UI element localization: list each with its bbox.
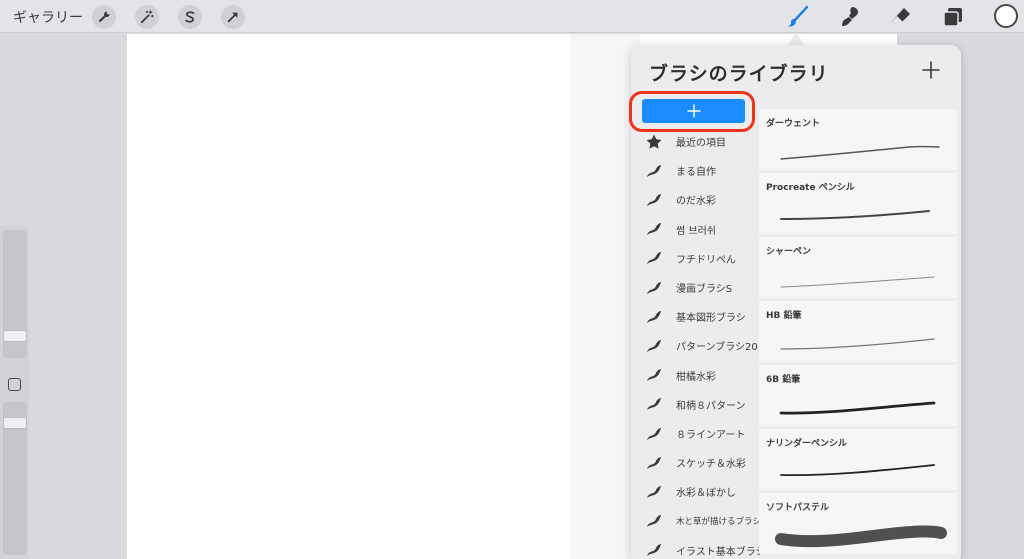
side-bar: [0, 226, 29, 559]
brush-stroke-preview: [759, 253, 957, 298]
brush-stroke-icon: [645, 366, 663, 384]
brush-set-item[interactable]: 썸 브러쉬: [631, 215, 759, 244]
brush-set-item[interactable]: 柑橘水彩: [631, 361, 759, 390]
brush-stroke-icon: [645, 308, 663, 326]
wrench-icon[interactable]: [92, 5, 116, 29]
brush-set-item[interactable]: 和柄８パターン: [631, 390, 759, 419]
brush-stroke-preview: [759, 189, 957, 234]
paintbrush-icon[interactable]: [785, 4, 811, 30]
top-toolbar: ギャラリー: [0, 0, 1024, 33]
brush-item[interactable]: 6B 鉛筆: [759, 365, 957, 426]
opacity-thumb[interactable]: [3, 417, 27, 429]
brush-stroke-icon: [645, 337, 663, 355]
arrow-cursor-icon[interactable]: [221, 5, 245, 29]
brush-set-label: イラスト基本ブラシ: [676, 546, 766, 558]
brush-set-label: 썸 브러쉬: [676, 225, 716, 237]
brush-stroke-icon: [645, 483, 663, 501]
smudge-icon[interactable]: [837, 4, 863, 30]
brush-set-item[interactable]: スケッチ＆水彩: [631, 448, 759, 477]
brush-set-label: 和柄８パターン: [676, 400, 746, 412]
color-picker-button[interactable]: [994, 4, 1018, 28]
plus-icon[interactable]: [920, 59, 942, 81]
brush-size-thumb[interactable]: [3, 330, 27, 342]
brush-set-item[interactable]: イラスト基本ブラシ: [631, 536, 766, 559]
brush-set-label: 木と草が描けるブラシ: [676, 517, 761, 528]
brush-set-item[interactable]: 木と草が描けるブラシ: [631, 507, 761, 536]
brush-set-label: のだ水彩: [676, 196, 716, 208]
brush-stroke-icon: [645, 220, 663, 238]
brush-set-item[interactable]: 水彩＆ぼかし: [631, 477, 759, 506]
brush-set-label: 基本図形ブラシ: [676, 313, 746, 325]
brush-list: ダーウェント Procreate ペンシル シャーペン HB 鉛筆 6B 鉛筆 ナリンダー…: [759, 109, 957, 559]
brush-set-item[interactable]: パターンブラシ20: [631, 331, 759, 360]
brush-set-label: パターンブラシ20: [676, 342, 758, 354]
brush-stroke-icon: [645, 512, 663, 530]
brush-set-label: フチドリぺん: [676, 254, 736, 266]
brush-stroke-icon: [645, 279, 663, 297]
brush-stroke-preview: [759, 125, 957, 170]
brush-item[interactable]: ナリンダーペンシル: [759, 429, 957, 490]
brush-set-label: スケッチ＆水彩: [676, 459, 746, 471]
brush-stroke-preview: [759, 317, 957, 362]
brush-set-item[interactable]: まる自作: [631, 156, 759, 185]
brush-item[interactable]: HB 鉛筆: [759, 301, 957, 362]
brush-set-item[interactable]: 基本図形ブラシ: [631, 302, 759, 331]
brush-set-item[interactable]: のだ水彩: [631, 185, 759, 214]
eraser-icon[interactable]: [888, 4, 914, 30]
brush-item[interactable]: Procreate ペンシル: [759, 173, 957, 234]
brush-set-item[interactable]: フチドリぺん: [631, 244, 759, 273]
magic-wand-icon[interactable]: [135, 5, 159, 29]
brush-stroke-icon: [645, 249, 663, 267]
brush-stroke-preview: [759, 381, 957, 426]
brush-set-label: 水彩＆ぼかし: [676, 488, 736, 500]
brush-stroke-icon: [645, 162, 663, 180]
modify-button[interactable]: [8, 378, 21, 391]
brush-stroke-icon: [645, 454, 663, 472]
brush-stroke-preview: [759, 445, 957, 490]
brush-set-label: まる自作: [676, 167, 716, 179]
star-icon: [645, 133, 663, 151]
layers-icon[interactable]: [940, 4, 966, 30]
brush-library-title: ブラシのライブラリ: [649, 63, 829, 85]
brush-stroke-icon: [645, 395, 663, 413]
brush-item[interactable]: ソフトパステル: [759, 493, 957, 554]
highlight-ring: [629, 91, 755, 132]
brush-item[interactable]: ダーウェント: [759, 109, 957, 170]
brush-set-label: 柑橘水彩: [676, 371, 716, 383]
brush-set-label: 漫画ブラシS: [676, 284, 733, 295]
brush-stroke-icon: [645, 541, 663, 559]
selection-s-icon[interactable]: [178, 5, 202, 29]
brush-stroke-icon: [645, 191, 663, 209]
gallery-button[interactable]: ギャラリー: [13, 7, 83, 27]
brush-set-item[interactable]: ８ラインアート: [631, 419, 759, 448]
brush-set-label: 最近の項目: [676, 138, 726, 149]
brush-set-label: ８ラインアート: [676, 430, 746, 441]
panel-caret: [787, 33, 805, 45]
brush-stroke-icon: [645, 425, 663, 443]
brush-stroke-preview: [759, 509, 957, 554]
brush-item[interactable]: シャーペン: [759, 237, 957, 298]
brush-set-item[interactable]: 漫画ブラシS: [631, 273, 759, 302]
